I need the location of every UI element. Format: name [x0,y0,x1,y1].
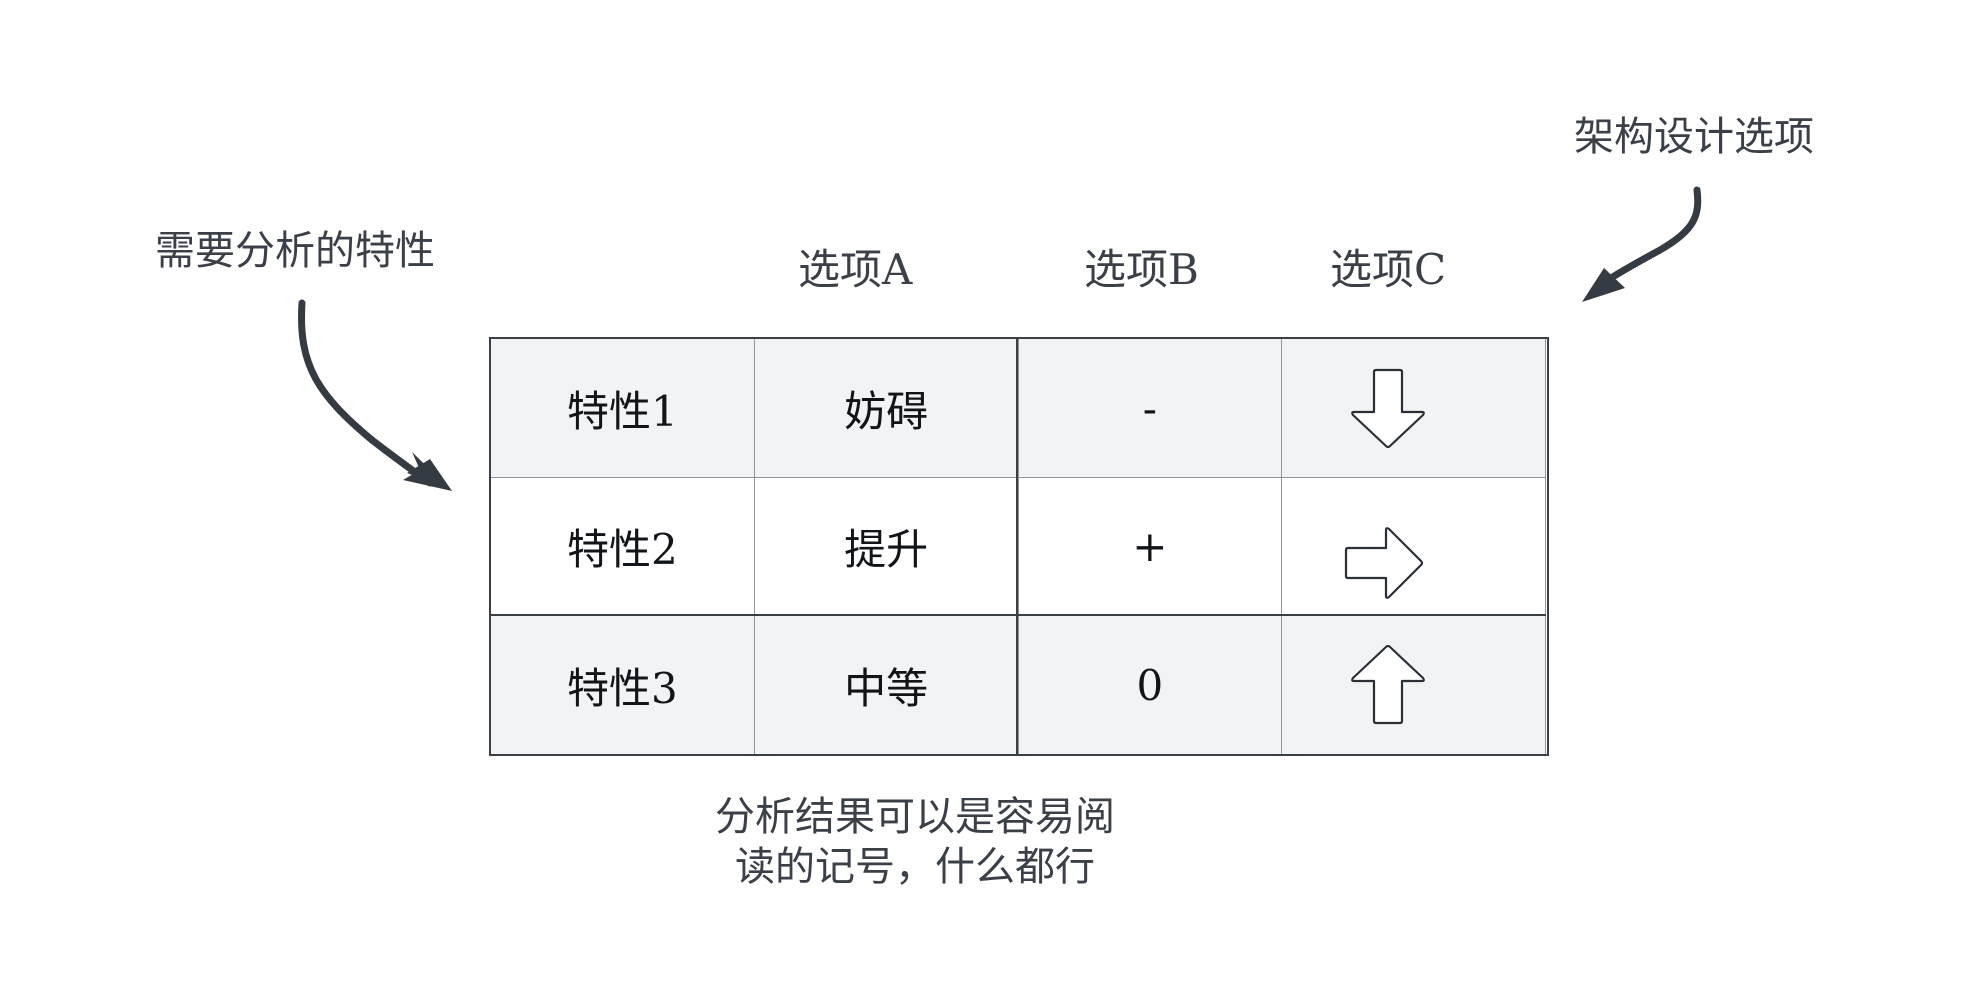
option-b-cell: 0 [1017,615,1283,755]
analysis-table: 特性1 妨碍 - 特性2 提升 + 特性3 中等 0 [490,338,1546,755]
table-row-2: 特性2 提升 + [490,477,1546,616]
column-header-c: 选项C [1330,245,1447,294]
feature-cell: 特性2 [490,477,755,616]
feature-cell: 特性1 [490,338,755,478]
note-text: 分析结果可以是容易阅 读的记号，什么都行 [660,792,1170,892]
right-callout-arrow [1582,186,1702,302]
option-a-cell: 中等 [753,615,1019,755]
table-row-1: 特性1 妨碍 - [490,338,1546,478]
table-row-3: 特性3 中等 0 [490,615,1546,755]
column-header-a: 选项A [798,245,913,294]
option-c-cell [1281,338,1546,478]
arrow-right-icon [1345,526,1424,599]
features-label: 需要分析的特性 [155,228,435,274]
note-line-2: 读的记号，什么都行 [735,844,1095,890]
table-divider [490,614,1546,616]
option-a-cell: 提升 [753,477,1019,616]
diagram-canvas: 需要分析的特性 架构设计选项 选项A 选项B 选项C 特性1 妨碍 - 特性2 … [0,0,1988,1003]
feature-cell: 特性3 [490,615,755,755]
option-c-cell [1281,477,1546,616]
note-line-1: 分析结果可以是容易阅 [715,794,1115,840]
option-c-cell [1281,615,1546,755]
options-label: 架构设计选项 [1574,114,1814,160]
arrow-down-icon [1351,368,1426,448]
option-a-cell: 妨碍 [753,338,1019,478]
arrow-up-icon [1351,645,1426,725]
option-b-cell: - [1017,338,1283,478]
table-divider [1016,338,1018,754]
option-b-cell: + [1017,477,1283,616]
left-callout-arrow [298,299,452,491]
column-header-b: 选项B [1084,245,1199,294]
